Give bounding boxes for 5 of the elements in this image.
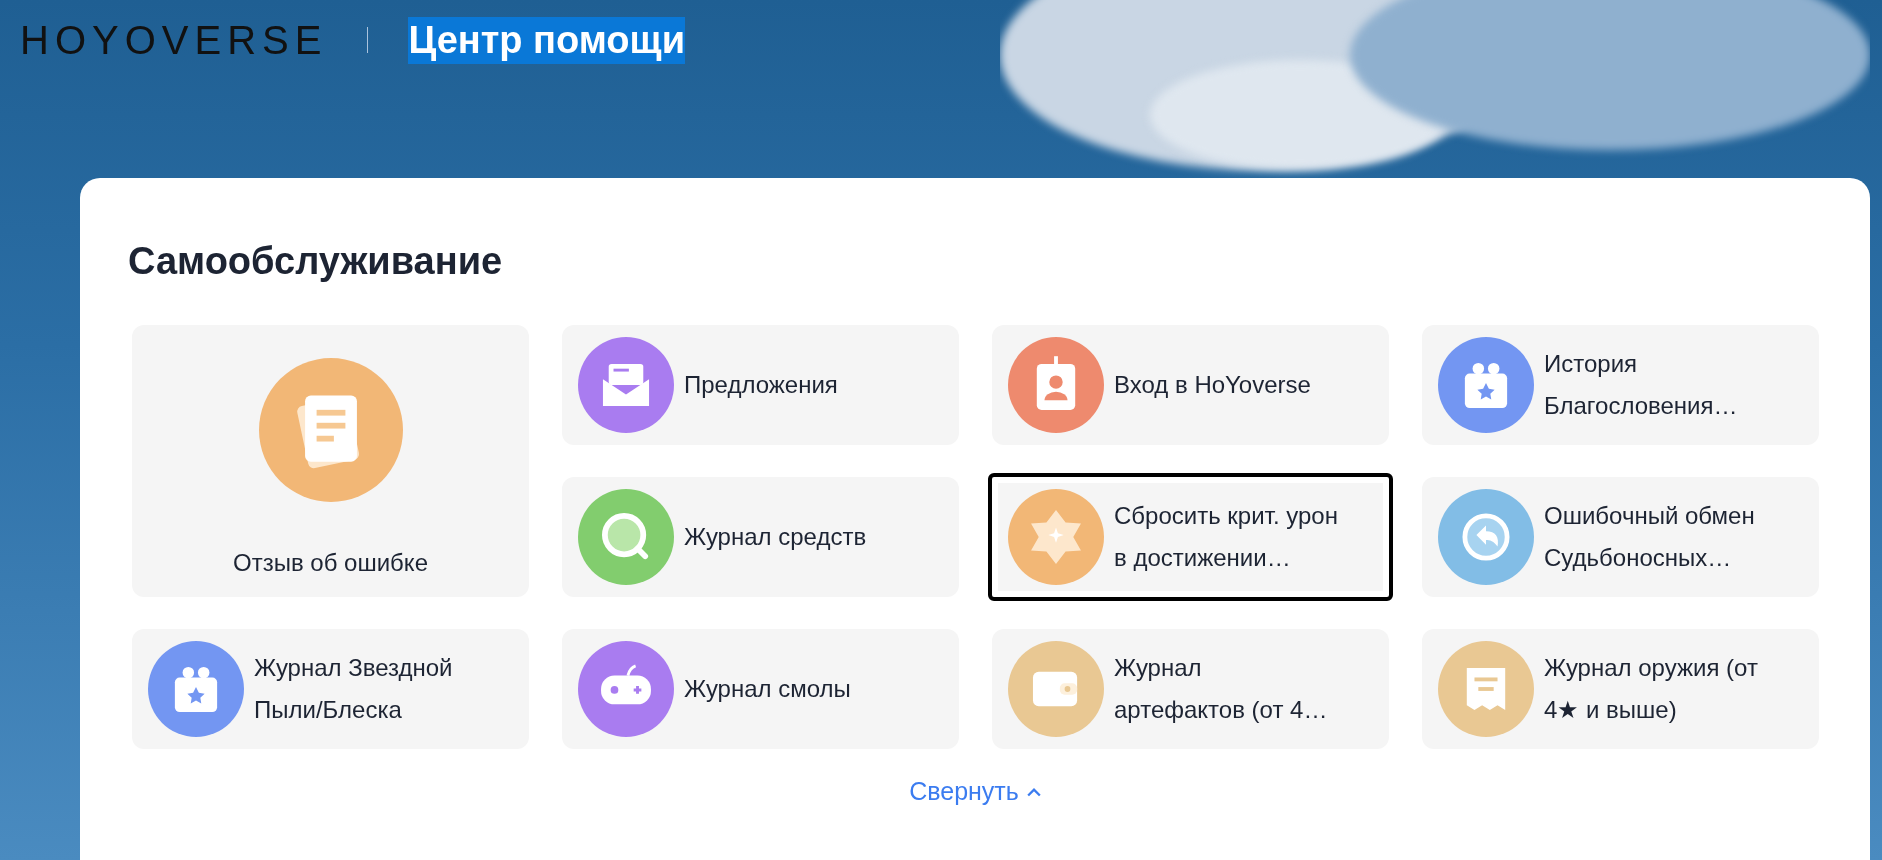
collapse-link[interactable]: Свернуть	[909, 777, 1041, 806]
page-title: Центр помощи	[408, 16, 685, 64]
section-heading: Самообслуживание	[128, 240, 504, 283]
service-tile[interactable]: Сбросить крит. урон в достижении…	[988, 473, 1393, 601]
caret-up-icon	[1026, 786, 1041, 797]
